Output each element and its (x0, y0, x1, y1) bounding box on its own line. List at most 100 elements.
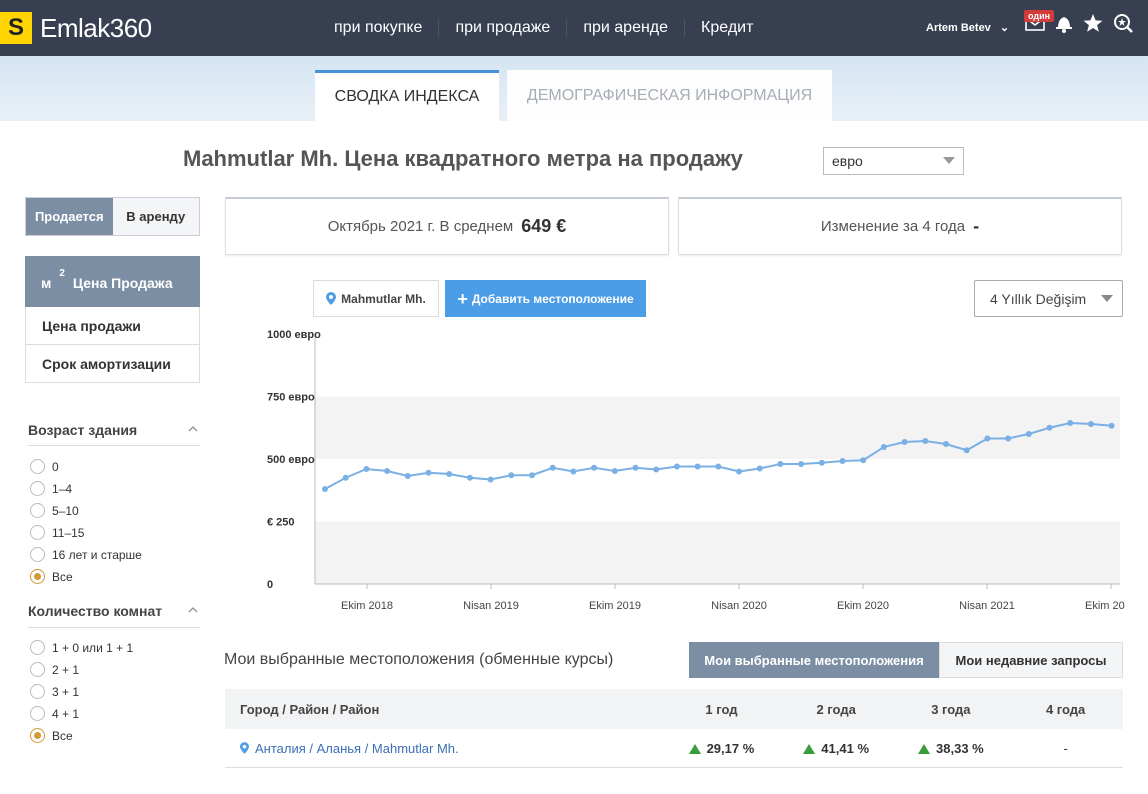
rooms-option-1-1[interactable]: 1 + 0 или 1 + 1 (30, 640, 133, 655)
x-tick-label: Nisan 2021 (959, 600, 1015, 612)
favorites-table: Город / Район / Район 1 год 2 года 3 год… (225, 689, 1123, 768)
toggle-for-rent[interactable]: В аренду (112, 198, 199, 235)
page-title: Mahmutlar Mh. Цена квадратного метра на … (183, 146, 743, 171)
chevron-up-icon[interactable] (188, 424, 198, 434)
rooms-option-all[interactable]: Все (30, 728, 73, 743)
top-navigation-bar: S Emlak360 при покупке при продаже при а… (0, 0, 1148, 56)
radio-button-selected[interactable] (30, 569, 45, 584)
x-tick-label: Ekim 2020 (837, 600, 889, 612)
period-select[interactable]: 4 Yıllık Değişim (974, 280, 1123, 317)
location-chip[interactable]: Mahmutlar Mh. (313, 280, 439, 317)
radio-button-selected[interactable] (30, 728, 45, 743)
radio-button[interactable] (30, 481, 45, 496)
price-data-point (901, 439, 908, 445)
x-tick-label: Ekim 2019 (589, 600, 641, 612)
option-label: Все (52, 569, 73, 584)
age-option-11-15[interactable]: 11–15 (30, 525, 84, 540)
divider (28, 627, 200, 628)
average-price-card: Октябрь 2021 г. В среднем 649 € (225, 197, 669, 255)
option-label: 16 лет и старше (52, 547, 142, 562)
price-data-point (673, 463, 680, 470)
price-data-point (487, 476, 494, 483)
up-arrow-icon (688, 743, 701, 754)
rooms-option-2-1[interactable]: 2 + 1 (30, 662, 79, 677)
radio-button[interactable] (30, 662, 45, 677)
price-data-point (818, 459, 825, 466)
y-tick-label: 0 (267, 579, 273, 591)
radio-button[interactable] (30, 459, 45, 474)
change-card: Изменение за 4 года - (678, 197, 1122, 255)
row-location-link[interactable]: Анталия / Аланья / Mahmutlar Mh. (255, 741, 459, 756)
price-data-point (798, 461, 805, 467)
header-3-years: 3 года (931, 701, 971, 717)
price-data-point (322, 486, 328, 492)
option-label: 4 + 1 (52, 706, 80, 721)
nav-item-buy[interactable]: при покупке (318, 20, 440, 36)
price-data-point (425, 469, 432, 476)
value-1-year: 29,17 % (706, 740, 755, 756)
period-value: 4 Yıllık Değişim (990, 291, 1087, 307)
user-menu[interactable]: Artem Betev ⌄ (926, 21, 1009, 34)
nav-item-credit[interactable]: Кредит (685, 20, 769, 36)
add-location-label: Добавить местоположение (471, 291, 634, 306)
price-data-point (715, 463, 722, 470)
chevron-up-icon[interactable] (188, 605, 198, 615)
header-location: Город / Район / Район (240, 701, 380, 717)
row-3-years: 38,33 % (894, 741, 1009, 756)
option-label: 11–15 (52, 525, 85, 540)
age-option-1-4[interactable]: 1–4 (30, 481, 72, 496)
tab-demographics[interactable]: ДЕМОГРАФИЧЕСКАЯ ИНФОРМАЦИЯ (507, 70, 832, 121)
metric-sqm-sale-price[interactable]: м2 Цена Продажа (25, 256, 200, 307)
x-tick-label: Ekim 2021 (1085, 600, 1125, 612)
price-data-point (549, 464, 556, 471)
age-option-16-plus[interactable]: 16 лет и старше (30, 547, 142, 562)
rooms-option-4-1[interactable]: 4 + 1 (30, 706, 79, 721)
average-price-value: 649 € (521, 216, 567, 236)
nav-item-sell[interactable]: при продаже (439, 20, 568, 36)
radio-button[interactable] (30, 706, 45, 721)
age-option-5-10[interactable]: 5–10 (30, 503, 79, 518)
option-label: 5–10 (52, 503, 79, 518)
price-data-point (404, 473, 411, 479)
price-data-point (694, 463, 701, 470)
tab-index-summary[interactable]: СВОДКА ИНДЕКСА (315, 70, 499, 121)
rooms-option-3-1[interactable]: 3 + 1 (30, 684, 79, 699)
tab-favorite-locations[interactable]: Мои выбранные местоположения (689, 642, 939, 678)
chart-band-0-250 (315, 521, 1120, 584)
price-data-point (943, 441, 949, 447)
value-3-years: 38,33 % (936, 740, 984, 756)
user-name: Artem Betev (926, 22, 991, 34)
price-line-chart: 1000 евро 750 евро 500 евро € 250 0 Ekim 2018… (267, 329, 1125, 612)
row-location[interactable]: Анталия / Аланья / Mahmutlar Mh. (225, 741, 664, 756)
logo[interactable]: S Emlak360 (0, 11, 152, 45)
add-location-button[interactable]: + Добавить местоположение (445, 280, 646, 317)
header-1-year: 1 год (705, 701, 738, 717)
price-data-point (1046, 424, 1053, 431)
radio-button[interactable] (30, 640, 45, 655)
age-option-all[interactable]: Все (30, 569, 73, 584)
radio-button[interactable] (30, 525, 45, 540)
star-icon[interactable] (1082, 12, 1104, 34)
price-data-point (922, 438, 929, 444)
filter-title-age: Возраст здания (28, 422, 138, 438)
metric-amortization[interactable]: Срок амортизации (25, 345, 200, 383)
sale-rent-toggle: Продается В аренду (25, 197, 200, 236)
price-data-point (591, 464, 598, 471)
tab-recent-queries[interactable]: Мои недавние запросы (939, 642, 1123, 678)
radio-button[interactable] (30, 547, 45, 562)
age-option-0[interactable]: 0 (30, 459, 59, 474)
price-data-point (384, 468, 391, 474)
toggle-for-sale[interactable]: Продается (26, 198, 113, 235)
currency-select[interactable]: евро (823, 147, 964, 175)
price-data-point (860, 457, 867, 464)
saved-search-icon[interactable] (1112, 12, 1134, 34)
change-label: Изменение за 4 года (820, 218, 966, 235)
header-2-years: 2 года (816, 701, 856, 717)
bell-icon[interactable] (1054, 12, 1074, 34)
radio-button[interactable] (30, 503, 45, 518)
metric-sale-price[interactable]: Цена продажи (25, 307, 200, 345)
nav-item-rent[interactable]: при аренде (567, 20, 686, 36)
row-1-year: 29,17 % (664, 741, 779, 756)
option-label: 0 (52, 459, 59, 474)
radio-button[interactable] (30, 684, 45, 699)
